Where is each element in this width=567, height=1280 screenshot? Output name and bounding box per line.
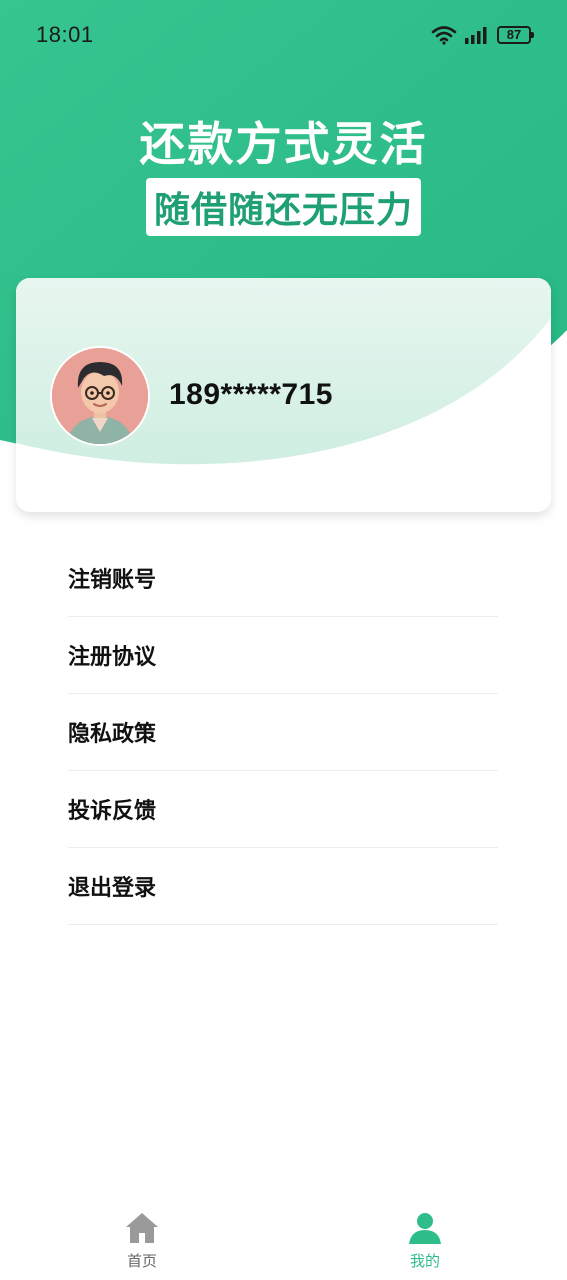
settings-menu: 注销账号 注册协议 隐私政策 投诉反馈 退出登录 [68, 540, 498, 925]
tab-mine-label: 我的 [409, 1253, 440, 1270]
menu-item-cancel-account[interactable]: 注销账号 [68, 540, 498, 617]
menu-item-privacy-policy[interactable]: 隐私政策 [68, 694, 498, 771]
tab-mine[interactable]: 我的 [385, 1210, 465, 1271]
phone-number: 189*****715 [169, 378, 333, 411]
user-icon [409, 1213, 441, 1244]
wifi-icon [431, 26, 457, 45]
banner-subtitle: 随借随还无压力 [145, 178, 421, 236]
status-time: 18:01 [36, 22, 94, 47]
battery-icon: 87 [497, 26, 534, 44]
menu-item-registration-agreement[interactable]: 注册协议 [68, 617, 498, 694]
avatar [50, 346, 150, 446]
home-icon [126, 1213, 158, 1243]
signal-icon [465, 27, 487, 44]
status-icons: 87 [431, 24, 534, 46]
banner-title: 还款方式灵活 [139, 118, 428, 170]
profile-card: 189*****715 [16, 278, 551, 512]
menu-item-logout[interactable]: 退出登录 [68, 848, 498, 925]
status-bar: 18:01 87 [0, 0, 567, 70]
profile-screen: 18:01 87 还款方式灵活 随借随还无压力 189*****715 注销账号… [0, 0, 567, 1280]
tab-home-label: 首页 [126, 1253, 157, 1270]
tab-home[interactable]: 首页 [102, 1210, 182, 1271]
menu-item-complaint-feedback[interactable]: 投诉反馈 [68, 771, 498, 848]
banner-subtitle-wrap: 随借随还无压力 [0, 178, 567, 236]
bottom-tab-bar: 首页 我的 [0, 1196, 567, 1280]
cartoon-boy-avatar-icon [52, 348, 148, 444]
